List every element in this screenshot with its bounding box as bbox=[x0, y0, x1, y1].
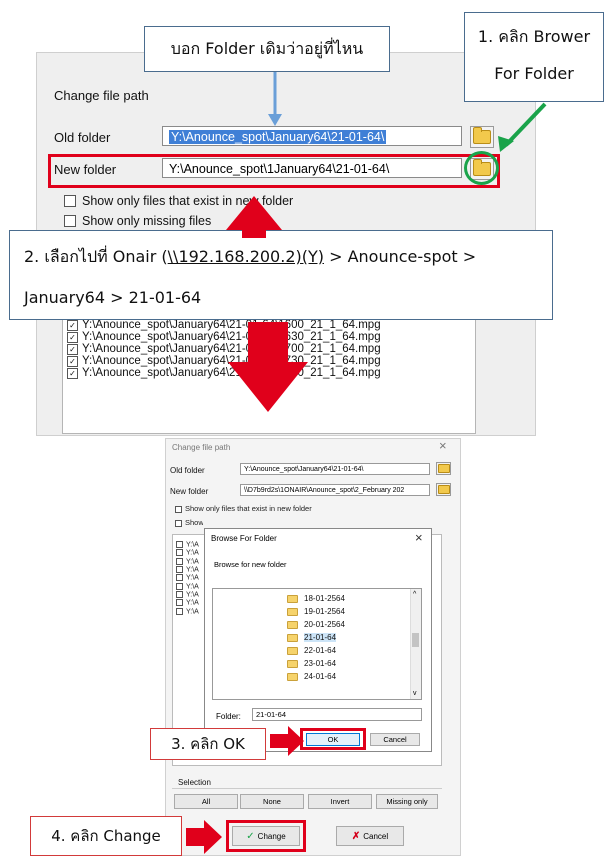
folder-icon bbox=[287, 633, 298, 642]
small-file-checkbox[interactable] bbox=[176, 549, 183, 557]
folder-tree-item[interactable]: 20-01-2564 bbox=[287, 618, 345, 631]
small-new-folder-field[interactable]: \\D7b9rd2s\1ONAIR\Anounce_spot\2_Februar… bbox=[240, 484, 430, 496]
small-file-path: Y:\A bbox=[186, 608, 199, 616]
folder-tree-label: 24-01-64 bbox=[304, 672, 337, 681]
folder-icon bbox=[287, 659, 298, 668]
small-file-path: Y:\A bbox=[186, 541, 199, 549]
small-file-path: Y:\A bbox=[186, 574, 199, 582]
small-file-checkbox[interactable] bbox=[176, 574, 183, 582]
small-file-checkbox[interactable] bbox=[176, 566, 183, 574]
blue-arrow-head bbox=[268, 114, 282, 126]
small-file-path: Y:\A bbox=[186, 591, 199, 599]
folder-tree-item[interactable]: 24-01-64 bbox=[287, 670, 345, 683]
folder-tree-label: 21-01-64 bbox=[304, 633, 337, 642]
folder-tree-label: 22-01-64 bbox=[304, 646, 337, 655]
small-show-existing-row[interactable]: Show only files that exist in new folder bbox=[175, 505, 312, 513]
small-show-missing-label: Show only missing files bbox=[185, 519, 203, 527]
folder-tree-item[interactable]: 19-01-2564 bbox=[287, 605, 345, 618]
small-file-checkbox[interactable] bbox=[176, 591, 183, 599]
top-annotations bbox=[226, 72, 547, 412]
scroll-thumb[interactable] bbox=[412, 633, 419, 647]
folder-tree-label: 18-01-2564 bbox=[304, 594, 345, 603]
small-file-list-item[interactable]: Y:\A bbox=[176, 541, 199, 549]
red-right-arrow-change bbox=[186, 820, 222, 854]
folder-icon bbox=[437, 464, 450, 473]
small-file-list-item[interactable]: Y:\A bbox=[176, 582, 199, 591]
folder-tree-label: 23-01-64 bbox=[304, 659, 337, 668]
small-file-list-item[interactable]: Y:\A bbox=[176, 566, 199, 574]
folder-tree-item[interactable]: 22-01-64 bbox=[287, 644, 345, 657]
scroll-down-icon[interactable]: v bbox=[413, 690, 417, 697]
red-down-arrow bbox=[228, 322, 308, 412]
browse-dialog-title: Browse For Folder bbox=[211, 534, 277, 543]
small-file-list-item[interactable]: Y:\A bbox=[176, 557, 199, 566]
folder-icon bbox=[287, 620, 298, 629]
folder-tree-item[interactable]: 18-01-2564 bbox=[287, 592, 345, 605]
small-file-checkbox[interactable] bbox=[176, 607, 183, 615]
folder-icon bbox=[437, 485, 450, 494]
small-dialog-title: Change file path bbox=[172, 443, 231, 452]
small-file-list-items: Y:\A Y:\A Y:\A Y:\A Y:\A Y:\A Y:\A Y:\A Y:\A bbox=[176, 541, 199, 616]
scroll-up-icon[interactable]: ^ bbox=[413, 591, 416, 598]
folder-tree[interactable]: 18-01-2564 19-01-2564 20-01-2564 21-01-64 22… bbox=[212, 588, 422, 700]
folder-icon bbox=[287, 672, 298, 681]
small-file-list-item[interactable]: Y:\A bbox=[176, 591, 199, 599]
small-file-list-item[interactable]: Y:\A bbox=[176, 599, 199, 607]
folder-icon bbox=[287, 646, 298, 655]
small-file-list-item[interactable]: Y:\A bbox=[176, 574, 199, 582]
small-file-path: Y:\A bbox=[186, 599, 199, 607]
browse-dialog-close-icon[interactable]: × bbox=[415, 530, 423, 545]
folder-icon bbox=[287, 594, 298, 603]
bottom-annotations bbox=[186, 726, 304, 854]
small-show-missing-row[interactable]: Show only missing files bbox=[175, 519, 203, 527]
tree-scrollbar[interactable]: ^ v bbox=[410, 589, 421, 699]
small-file-path: Y:\A bbox=[186, 558, 199, 566]
small-file-checkbox[interactable] bbox=[176, 541, 183, 548]
small-show-existing-label: Show only files that exist in new folder bbox=[185, 504, 312, 513]
small-old-folder-label: Old folder bbox=[170, 466, 205, 475]
browse-dialog-subtitle: Browse for new folder bbox=[214, 560, 287, 569]
green-arrow-line bbox=[504, 102, 547, 147]
small-old-browse-button[interactable] bbox=[436, 462, 451, 475]
folder-tree-item[interactable]: 21-01-64 bbox=[287, 631, 345, 644]
small-dialog-close-icon[interactable]: × bbox=[439, 438, 447, 453]
folder-tree-item[interactable]: 23-01-64 bbox=[287, 657, 345, 670]
small-file-path: Y:\A bbox=[186, 566, 199, 574]
red-right-arrow-ok bbox=[270, 726, 304, 756]
folder-tree-label: 19-01-2564 bbox=[304, 607, 345, 616]
small-file-list-item[interactable]: Y:\A bbox=[176, 549, 199, 557]
small-show-existing-checkbox[interactable] bbox=[175, 505, 182, 513]
folder-tree-items: 18-01-2564 19-01-2564 20-01-2564 21-01-64 22… bbox=[287, 592, 345, 683]
folder-tree-label: 20-01-2564 bbox=[304, 620, 345, 629]
folder-icon bbox=[287, 607, 298, 616]
small-file-checkbox[interactable] bbox=[176, 582, 183, 590]
small-file-checkbox[interactable] bbox=[176, 557, 183, 565]
small-file-list-item[interactable]: Y:\A bbox=[176, 607, 199, 616]
small-new-browse-button[interactable] bbox=[436, 483, 451, 496]
small-file-checkbox[interactable] bbox=[176, 599, 183, 607]
red-up-arrow bbox=[226, 196, 282, 238]
small-file-path: Y:\A bbox=[186, 583, 199, 591]
small-show-missing-checkbox[interactable] bbox=[175, 519, 182, 527]
small-old-folder-field[interactable]: Y:\Anounce_spot\January64\21-01-64\ bbox=[240, 463, 430, 475]
small-new-folder-label: New folder bbox=[170, 487, 209, 496]
small-file-path: Y:\A bbox=[186, 549, 199, 557]
